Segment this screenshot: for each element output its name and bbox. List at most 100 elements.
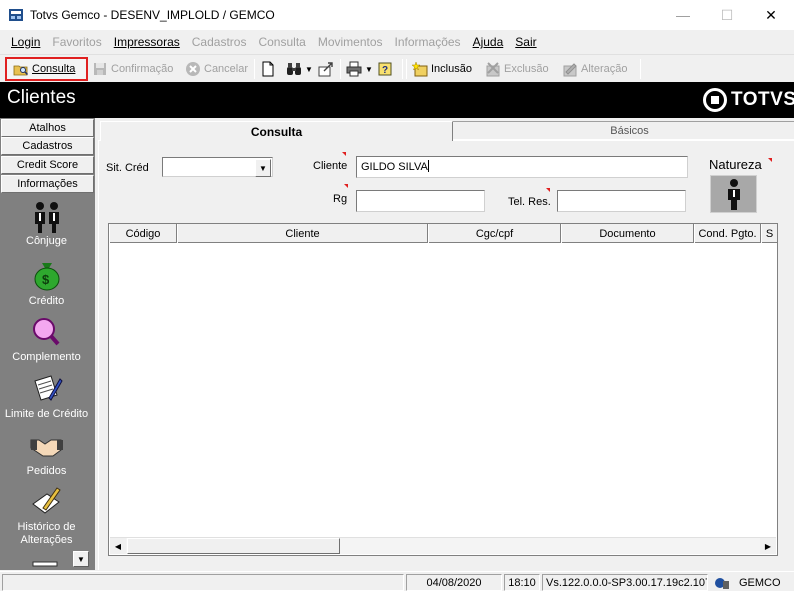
menu-cadastros[interactable]: Cadastros bbox=[192, 35, 247, 49]
required-marker-icon bbox=[344, 184, 348, 188]
menu-favoritos[interactable]: Favoritos bbox=[52, 35, 101, 49]
menu-login[interactable]: Login bbox=[11, 35, 40, 49]
exclusao-label: Exclusão bbox=[504, 63, 549, 75]
rg-label: Rg bbox=[333, 193, 348, 205]
tel-res-label: Tel. Res. bbox=[508, 196, 551, 208]
column-header-cond-pgto[interactable]: Cond. Pgto. bbox=[694, 224, 761, 243]
export-button[interactable] bbox=[318, 57, 337, 81]
totvs-logo-icon bbox=[703, 88, 727, 112]
status-version: Vs.122.0.0.0-SP3.00.17.19c2.107 bbox=[542, 574, 708, 591]
couple-icon bbox=[29, 200, 65, 233]
sidebar-item-label: Cônjuge bbox=[26, 235, 67, 247]
person-icon bbox=[727, 179, 740, 210]
scroll-left-icon[interactable]: ◀ bbox=[110, 538, 126, 554]
tab-basicos[interactable]: Básicos bbox=[452, 121, 794, 140]
sidebar-item-conjuge[interactable]: Cônjuge bbox=[0, 200, 93, 247]
tab-consulta[interactable]: Consulta bbox=[100, 121, 453, 141]
help-book-icon: ? bbox=[377, 61, 393, 77]
consulta-button[interactable]: Consulta bbox=[5, 57, 88, 81]
results-grid[interactable]: Código Cliente Cgc/cpf Documento Cond. P… bbox=[108, 223, 778, 556]
edit-icon bbox=[562, 61, 578, 77]
new-document-button[interactable] bbox=[260, 57, 279, 81]
menu-consulta[interactable]: Consulta bbox=[258, 35, 305, 49]
cliente-value: GILDO SILVA bbox=[361, 161, 428, 173]
sidebar-item-limite-credito[interactable]: Limite de Crédito bbox=[0, 373, 93, 420]
menu-movimentos[interactable]: Movimentos bbox=[318, 35, 383, 49]
help-button[interactable]: ? bbox=[377, 57, 396, 81]
title-bar: Totvs Gemco - DESENV_IMPLOLD / GEMCO — ☐… bbox=[0, 0, 794, 30]
required-marker-icon bbox=[768, 158, 772, 162]
delete-icon bbox=[485, 61, 501, 77]
tel-res-input[interactable] bbox=[557, 190, 686, 212]
column-header-documento[interactable]: Documento bbox=[561, 224, 694, 243]
column-header-cliente[interactable]: Cliente bbox=[177, 224, 428, 243]
add-star-icon bbox=[411, 61, 428, 77]
chevron-down-icon[interactable]: ▼ bbox=[255, 159, 271, 177]
menu-ajuda[interactable]: Ajuda bbox=[473, 35, 504, 49]
menu-impressoras[interactable]: Impressoras bbox=[114, 35, 180, 49]
page-title: Clientes bbox=[7, 87, 76, 108]
horizontal-scrollbar[interactable]: ◀ ▶ bbox=[110, 537, 776, 554]
sidebar-tab-credit-score[interactable]: Credit Score bbox=[1, 156, 94, 174]
find-button[interactable]: ▼ bbox=[286, 57, 313, 81]
cliente-input[interactable]: GILDO SILVA bbox=[356, 156, 688, 178]
cancelar-button[interactable]: Cancelar bbox=[185, 57, 248, 81]
text-cursor bbox=[427, 160, 429, 172]
sidebar-item-label: Complemento bbox=[12, 351, 81, 363]
handshake-icon bbox=[29, 430, 65, 462]
binoculars-icon bbox=[286, 61, 302, 77]
alteracao-button[interactable]: Alteração bbox=[562, 57, 627, 81]
alteracao-label: Alteração bbox=[581, 63, 628, 75]
key-icon bbox=[29, 556, 65, 570]
print-button[interactable]: ▼ bbox=[346, 57, 373, 81]
maximize-button[interactable]: ☐ bbox=[704, 0, 750, 30]
cliente-label: Cliente bbox=[313, 160, 348, 172]
brand-text: TOTVS bbox=[731, 89, 794, 110]
svg-text:$: $ bbox=[42, 272, 50, 287]
window-title: Totvs Gemco - DESENV_IMPLOLD / GEMCO bbox=[30, 8, 275, 22]
menu-sair[interactable]: Sair bbox=[515, 35, 536, 49]
status-date: 04/08/2020 bbox=[406, 574, 502, 591]
pencil-paper-icon bbox=[29, 486, 65, 518]
minimize-button[interactable]: — bbox=[660, 0, 706, 30]
exclusao-button[interactable]: Exclusão bbox=[485, 57, 549, 81]
sidebar-item-complemento[interactable]: Complemento bbox=[0, 316, 93, 363]
required-marker-icon bbox=[546, 188, 550, 192]
cancelar-label: Cancelar bbox=[204, 63, 249, 75]
new-document-icon bbox=[260, 61, 276, 77]
svg-text:?: ? bbox=[382, 65, 388, 76]
sidebar-item-historico[interactable]: Histórico de Alterações bbox=[0, 486, 93, 547]
printer-icon bbox=[346, 61, 362, 77]
sidebar-scroll-down-button[interactable]: ▼ bbox=[73, 551, 89, 567]
menu-informacoes[interactable]: Informações bbox=[395, 35, 461, 49]
magnifier-icon bbox=[29, 316, 65, 348]
scroll-right-icon[interactable]: ▶ bbox=[760, 538, 776, 554]
status-company: GEMCO bbox=[739, 576, 781, 589]
column-header-codigo[interactable]: Código bbox=[109, 224, 177, 243]
sit-cred-select[interactable]: ▼ bbox=[162, 157, 273, 177]
app-icon bbox=[8, 7, 24, 23]
scroll-thumb[interactable] bbox=[127, 538, 340, 554]
natureza-label: Natureza bbox=[709, 157, 762, 172]
inclusao-button[interactable]: Inclusão bbox=[411, 57, 472, 81]
column-header-cgc-cpf[interactable]: Cgc/cpf bbox=[428, 224, 561, 243]
sidebar-item-credito[interactable]: $ Crédito bbox=[0, 260, 93, 307]
column-header-s[interactable]: S bbox=[761, 224, 777, 243]
inclusao-label: Inclusão bbox=[431, 63, 472, 75]
sidebar-item-label: Pedidos bbox=[26, 465, 67, 477]
totvs-logo: TOTVS bbox=[703, 88, 794, 112]
toolbar: Consulta Confirmação Cancelar ▼ ▼ ? Incl… bbox=[0, 54, 794, 82]
sidebar-tab-atalhos[interactable]: Atalhos bbox=[1, 119, 94, 137]
confirmacao-label: Confirmação bbox=[111, 63, 174, 75]
confirmacao-button[interactable]: Confirmação bbox=[92, 57, 173, 81]
consulta-label: Consulta bbox=[32, 63, 76, 75]
sidebar-item-pedidos[interactable]: Pedidos bbox=[0, 430, 93, 477]
rg-input[interactable] bbox=[356, 190, 485, 212]
natureza-person-button[interactable] bbox=[710, 175, 757, 213]
required-marker-icon bbox=[342, 152, 346, 156]
close-button[interactable]: ✕ bbox=[748, 0, 794, 30]
find-dropdown-icon[interactable]: ▼ bbox=[305, 65, 313, 74]
sidebar-tab-cadastros[interactable]: Cadastros bbox=[1, 137, 94, 155]
print-dropdown-icon[interactable]: ▼ bbox=[365, 65, 373, 74]
sidebar-tab-informacoes[interactable]: Informações bbox=[1, 175, 94, 193]
